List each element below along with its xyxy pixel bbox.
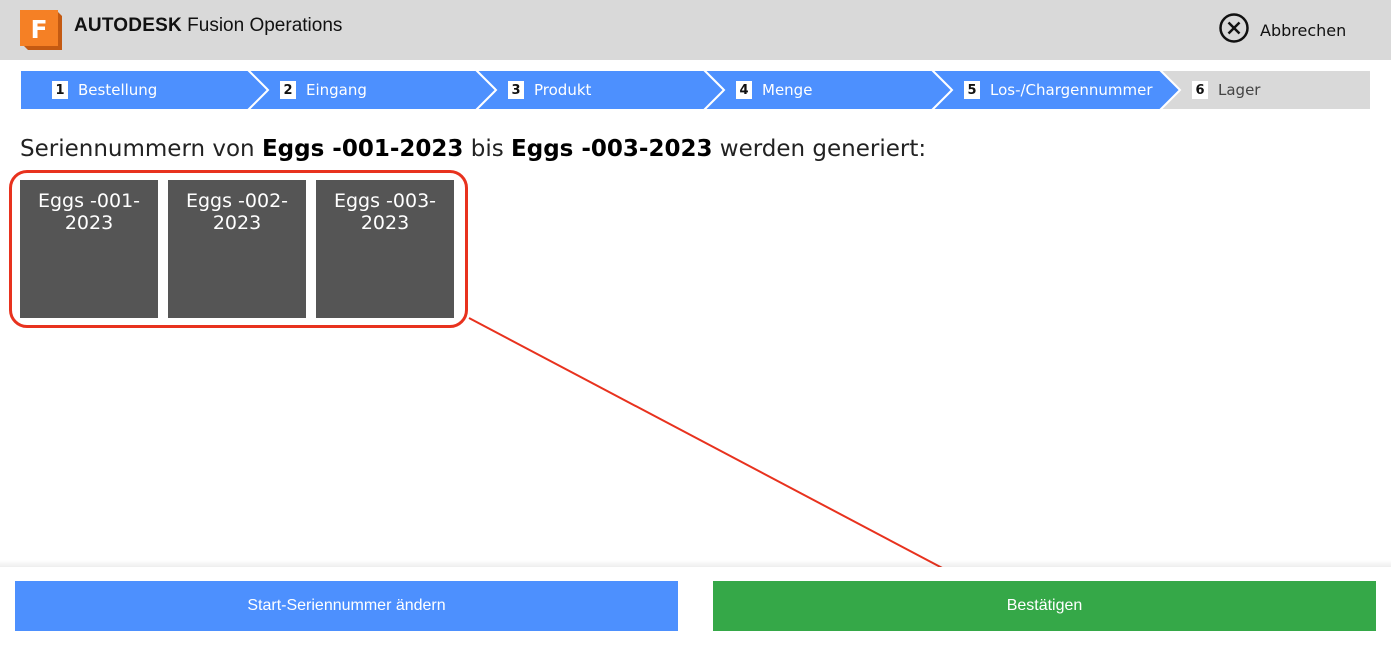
cancel-button[interactable]: Abbrechen: [1218, 12, 1347, 48]
step-number: 2: [280, 81, 296, 99]
step-label: Eingang: [306, 81, 367, 99]
step-3: 3 Produkt: [476, 70, 724, 110]
cancel-label: Abbrechen: [1260, 20, 1347, 40]
range-end: Eggs -003-2023: [511, 136, 713, 162]
headline-mid: bis: [470, 136, 504, 162]
headline-prefix: Seriennummern von: [20, 136, 255, 162]
step-number: 1: [52, 81, 68, 99]
confirm-button[interactable]: Bestätigen: [713, 581, 1376, 631]
app-title: AUTODESK Fusion Operations: [74, 15, 342, 37]
change-start-serial-button[interactable]: Start-Seriennummer ändern: [15, 581, 678, 631]
serial-tile[interactable]: Eggs -002-2023: [168, 180, 306, 318]
step-number: 4: [736, 81, 752, 99]
serial-tile[interactable]: Eggs -003-2023: [316, 180, 454, 318]
step-number: 3: [508, 81, 524, 99]
step-label: Lager: [1218, 81, 1261, 99]
step-6: 6 Lager: [1160, 70, 1391, 110]
step-2: 2 Eingang: [248, 70, 496, 110]
product-name: Fusion Operations: [187, 15, 343, 36]
serial-tile[interactable]: Eggs -001-2023: [20, 180, 158, 318]
step-label: Los-/Chargennummer: [990, 81, 1153, 99]
app-header: F AUTODESK Fusion Operations Abbrechen: [0, 0, 1391, 60]
step-5: 5 Los-/Chargennummer: [932, 70, 1180, 110]
step-label: Produkt: [534, 81, 592, 99]
step-number: 5: [964, 81, 980, 99]
range-start: Eggs -001-2023: [261, 136, 464, 162]
headline-suffix: werden generiert:: [719, 136, 927, 162]
step-label: Menge: [762, 81, 813, 99]
step-label: Bestellung: [78, 81, 158, 99]
step-progress-bar: 1 Bestellung 2 Eingang 3 Produkt 4 Menge 5 Los-/C…: [20, 70, 1372, 110]
step-number: 6: [1192, 81, 1208, 99]
logo-letter: F: [30, 15, 47, 44]
serial-range-headline: Seriennummern von Eggs -001-2023 bis Egg…: [20, 136, 926, 162]
step-1: 1 Bestellung: [20, 70, 268, 110]
close-circle-icon: [1218, 12, 1250, 48]
fusion-logo-icon: F: [20, 10, 62, 50]
brand-name: AUTODESK: [74, 15, 182, 36]
step-4: 4 Menge: [704, 70, 952, 110]
